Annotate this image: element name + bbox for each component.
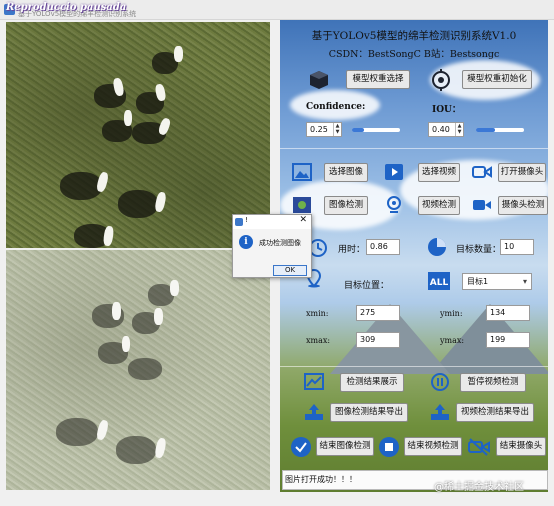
control-panel: 基于YOLOv5模型的绵羊检测识别系统V1.0 CSDN：BestSongC B… <box>280 20 548 492</box>
show-results-button[interactable]: 检测结果展示 <box>340 373 404 392</box>
target-count-field: 10 <box>500 239 534 255</box>
ymin-label: ymin: <box>440 309 463 318</box>
playback-paused-label: Reproduccio pausada <box>6 2 127 13</box>
end-image-detect-button[interactable]: 结束图像检测 <box>316 437 374 456</box>
confidence-slider-fill <box>352 128 364 132</box>
cube-icon <box>310 71 328 89</box>
iou-spinbox[interactable]: 0.40 ▲ ▼ <box>428 122 464 137</box>
spin-arrows-icon[interactable]: ▲ ▼ <box>455 123 463 136</box>
select-video-button[interactable]: 选择视频 <box>418 163 460 182</box>
iou-value: 0.40 <box>432 125 450 134</box>
export-video-results-button[interactable]: 视频检测结果导出 <box>456 403 534 422</box>
model-weight-select-button[interactable]: 模型权重选择 <box>346 70 410 89</box>
all-badge-icon: ALL <box>428 272 450 290</box>
xmin-label: xmin: <box>306 309 329 318</box>
pie-chart-icon <box>428 238 446 256</box>
time-field: 0.86 <box>366 239 400 255</box>
iou-label: IOU： <box>432 105 461 115</box>
original-image-view <box>6 22 270 248</box>
iou-slider[interactable] <box>476 128 524 132</box>
page-title: 基于YOLOv5模型的绵羊检测识别系统V1.0 <box>311 30 517 42</box>
watermark: @稀土掘金技术社区 <box>434 482 524 493</box>
chevron-down-icon: ▾ <box>522 277 527 286</box>
target-select-value: 目标1 <box>467 277 489 286</box>
spin-arrows-icon[interactable]: ▲ ▼ <box>333 123 341 136</box>
xmin-field: 275 <box>356 305 400 321</box>
close-icon[interactable]: ✕ <box>299 215 307 225</box>
upload-icon[interactable] <box>430 402 450 422</box>
dialog-message: 成功检测图像 <box>259 239 301 247</box>
camera-detect-button[interactable]: 摄像头检测 <box>498 196 548 215</box>
dialog-titlebar: ! ✕ <box>233 215 311 229</box>
confidence-value: 0.25 <box>310 125 328 134</box>
divider <box>280 148 548 149</box>
info-icon: i <box>239 235 253 249</box>
divider <box>280 366 548 367</box>
confidence-spinbox[interactable]: 0.25 ▲ ▼ <box>306 122 342 137</box>
target-position-label: 目标位置： <box>344 281 390 291</box>
upload-icon[interactable] <box>304 402 324 422</box>
target-icon <box>432 69 450 91</box>
pause-video-button[interactable]: 暂停视频检测 <box>460 373 526 392</box>
target-select[interactable]: 目标1 ▾ <box>462 273 532 290</box>
image-detect-button[interactable]: 图像检测 <box>324 196 368 215</box>
ymax-label: ymax: <box>440 336 465 345</box>
check-circle-icon[interactable] <box>290 436 312 458</box>
webcam-icon[interactable] <box>384 195 404 215</box>
pause-icon[interactable] <box>430 372 450 392</box>
window-titlebar: 基于YOLOv5模型的绵羊检测识别系统 Reproduccio pausada <box>0 0 554 20</box>
iou-slider-fill <box>476 128 496 132</box>
camera-icon[interactable] <box>472 162 492 182</box>
image-icon[interactable] <box>292 162 312 182</box>
target-count-label: 目标数量： <box>456 245 502 255</box>
video-detect-button[interactable]: 视频检测 <box>418 196 460 215</box>
image-detect-icon[interactable] <box>292 195 312 215</box>
svg-text:ALL: ALL <box>430 278 449 288</box>
confidence-slider[interactable] <box>352 128 400 132</box>
chart-icon[interactable] <box>304 372 324 392</box>
open-camera-button[interactable]: 打开摄像头 <box>498 163 546 182</box>
camera-detect-icon[interactable] <box>472 195 492 215</box>
video-icon[interactable] <box>384 162 404 182</box>
author-subtitle: CSDN：BestSongC B站：Bestsongc <box>328 49 500 60</box>
confidence-label: Confidence: <box>306 102 366 112</box>
camera-off-icon[interactable] <box>468 436 490 458</box>
end-camera-button[interactable]: 结束摄像头 <box>496 437 546 456</box>
xmax-field: 309 <box>356 332 400 348</box>
ymin-field: 134 <box>486 305 530 321</box>
ymax-field: 199 <box>486 332 530 348</box>
dialog-app-icon <box>235 218 243 226</box>
time-label: 用时： <box>338 245 366 255</box>
ok-button[interactable]: OK <box>273 265 307 276</box>
dialog-title: ! <box>245 216 248 224</box>
message-dialog: ! ✕ i 成功检测图像 OK <box>232 214 312 278</box>
xmax-label: xmax: <box>306 336 331 345</box>
select-image-button[interactable]: 选择图像 <box>324 163 368 182</box>
export-image-results-button[interactable]: 图像检测结果导出 <box>330 403 408 422</box>
detection-image-view <box>6 250 270 490</box>
model-weight-init-button[interactable]: 模型权重初始化 <box>462 70 532 89</box>
end-video-detect-button[interactable]: 结束视频检测 <box>404 437 462 456</box>
stop-icon[interactable] <box>378 436 400 458</box>
